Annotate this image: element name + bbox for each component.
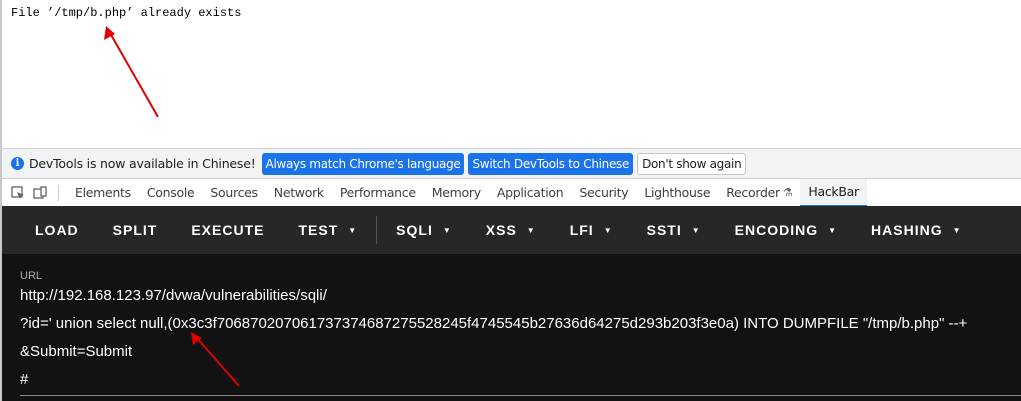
devtools-language-notice: i DevTools is now available in Chinese! … (0, 148, 1021, 178)
toolbar-divider (376, 216, 378, 244)
hackbar-ssti-menu[interactable]: SSTI ▼ (630, 206, 718, 254)
page-content: File ’/tmp/b.php’ already exists (0, 0, 1021, 148)
hackbar-load-button[interactable]: LOAD (18, 206, 96, 254)
tab-security[interactable]: Security (571, 179, 636, 207)
toolbar-separator (58, 184, 59, 201)
switch-to-chinese-button[interactable]: Switch DevTools to Chinese (468, 152, 634, 175)
url-field-label: URL (20, 270, 43, 282)
caret-down-icon: ▼ (348, 225, 358, 235)
dont-show-again-button[interactable]: Don't show again (637, 152, 747, 175)
hackbar-execute-button[interactable]: EXECUTE (174, 206, 281, 254)
tab-hackbar[interactable]: HackBar (800, 178, 867, 207)
tab-elements[interactable]: Elements (67, 179, 139, 207)
hackbar-sqli-menu[interactable]: SQLI ▼ (379, 206, 469, 254)
hackbar-panel: LOAD SPLIT EXECUTE TEST ▼ SQLI ▼ XSS ▼ L… (0, 206, 1021, 401)
tab-recorder-label: Recorder (726, 185, 780, 200)
devtools-tab-bar: Elements Console Sources Network Perform… (0, 178, 1021, 207)
hackbar-xss-menu[interactable]: XSS ▼ (469, 206, 553, 254)
tab-console[interactable]: Console (139, 179, 203, 207)
tab-performance[interactable]: Performance (332, 179, 424, 207)
hackbar-test-menu[interactable]: TEST ▼ (281, 206, 374, 254)
tab-lighthouse[interactable]: Lighthouse (636, 179, 718, 207)
tab-sources[interactable]: Sources (202, 179, 265, 207)
hackbar-split-button[interactable]: SPLIT (96, 206, 175, 254)
hackbar-encoding-label: ENCODING (734, 222, 819, 238)
url-field-line[interactable]: &Submit=Submit (20, 343, 132, 360)
hackbar-hashing-label: HASHING (871, 222, 943, 238)
caret-down-icon: ▼ (828, 225, 838, 235)
tab-recorder[interactable]: Recorder ⚗ (718, 179, 800, 207)
device-toolbar-icon[interactable] (32, 185, 48, 201)
always-match-language-button[interactable]: Always match Chrome's language (261, 152, 465, 175)
hackbar-test-label: TEST (298, 222, 339, 238)
info-icon: i (11, 157, 24, 170)
page-message: File ’/tmp/b.php’ already exists (11, 6, 242, 20)
hackbar-lfi-label: LFI (569, 222, 594, 238)
tab-network[interactable]: Network (266, 179, 332, 207)
hackbar-sqli-label: SQLI (396, 222, 433, 238)
url-field-underline (20, 395, 1021, 396)
hackbar-encoding-menu[interactable]: ENCODING ▼ (718, 206, 854, 254)
inspect-element-icon[interactable] (10, 185, 26, 201)
tab-application[interactable]: Application (489, 179, 572, 207)
caret-down-icon: ▼ (442, 225, 452, 235)
caret-down-icon: ▼ (526, 225, 536, 235)
url-field-line[interactable]: ?id=' union select null,(0x3c3f706870207… (20, 315, 967, 332)
hackbar-toolbar: LOAD SPLIT EXECUTE TEST ▼ SQLI ▼ XSS ▼ L… (2, 206, 1021, 254)
url-field-line[interactable]: # (20, 371, 28, 388)
tab-memory[interactable]: Memory (424, 179, 489, 207)
experimental-flask-icon: ⚗ (782, 186, 793, 199)
caret-down-icon: ▼ (691, 225, 701, 235)
hackbar-ssti-label: SSTI (646, 222, 682, 238)
notice-text: DevTools is now available in Chinese! (29, 156, 256, 171)
caret-down-icon: ▼ (952, 225, 962, 235)
hackbar-lfi-menu[interactable]: LFI ▼ (553, 206, 630, 254)
caret-down-icon: ▼ (603, 225, 613, 235)
hackbar-hashing-menu[interactable]: HASHING ▼ (854, 206, 978, 254)
url-field-line[interactable]: http://192.168.123.97/dvwa/vulnerabiliti… (20, 287, 327, 304)
hackbar-xss-label: XSS (485, 222, 517, 238)
